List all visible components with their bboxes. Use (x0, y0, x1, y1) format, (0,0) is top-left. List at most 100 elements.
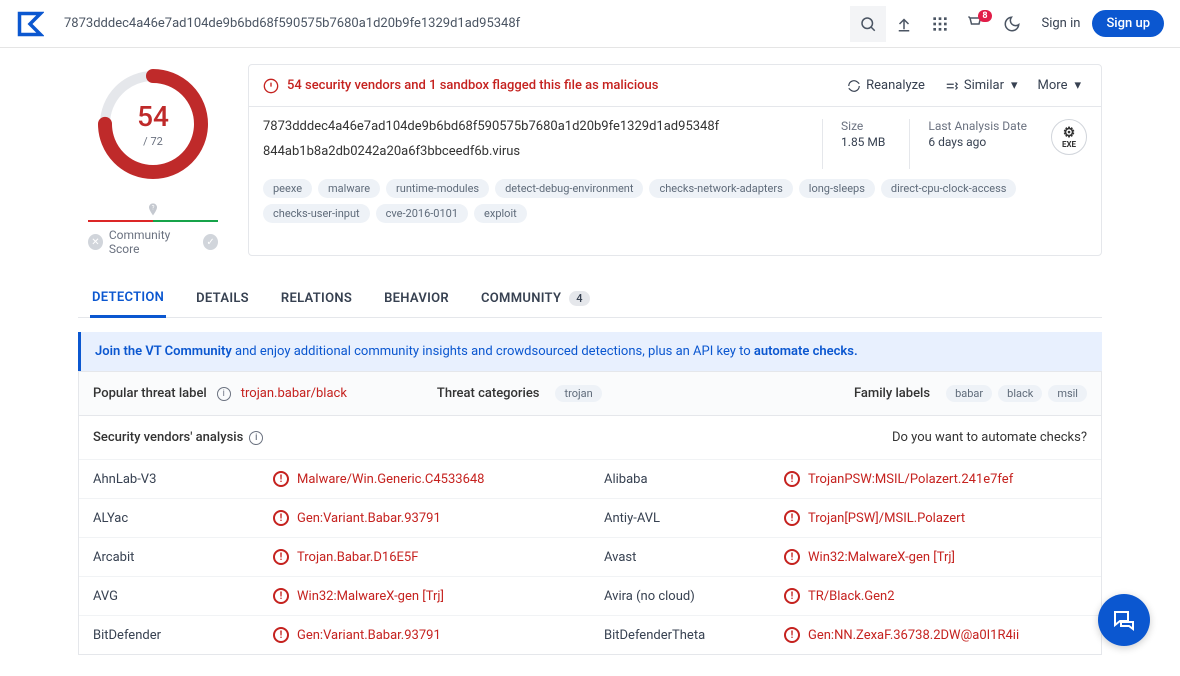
tag[interactable]: detect-debug-environment (495, 179, 643, 198)
score-detected: 54 (137, 100, 169, 133)
family-labels-label: Family labels (854, 386, 930, 401)
pill[interactable]: babar (946, 385, 992, 402)
detection-result: !TrojanPSW:MSIL/Polazert.241e7fef (784, 471, 1013, 487)
tag[interactable]: long-sleeps (799, 179, 875, 198)
filetype-badge: ⚙ EXE (1051, 119, 1087, 155)
malicious-icon: ! (784, 549, 800, 565)
vt-logo-icon[interactable] (16, 10, 44, 38)
date-value: 6 days ago (928, 135, 1027, 149)
tag[interactable]: checks-user-input (263, 204, 370, 223)
community-count: 4 (569, 291, 590, 306)
vendor-name: Antiy-AVL (604, 511, 784, 526)
vendor-name: BitDefenderTheta (604, 628, 784, 643)
analysis-title: Security vendors' analysis (93, 430, 243, 445)
detection-score-ring: 54 / 72 (93, 64, 213, 184)
tag[interactable]: runtime-modules (386, 179, 489, 198)
vendor-row: Antiy-AVL!Trojan[PSW]/MSIL.Polazert (590, 498, 1101, 537)
tag[interactable]: malware (318, 179, 380, 198)
pill[interactable]: black (998, 385, 1042, 402)
malicious-icon: ! (784, 471, 800, 487)
tab-relations[interactable]: RELATIONS (279, 280, 354, 317)
notification-badge: 8 (978, 10, 991, 22)
popular-threat-label: Popular threat label (93, 386, 207, 401)
more-button[interactable]: More▾ (1032, 75, 1087, 96)
community-banner[interactable]: Join the VT Community and enjoy addition… (78, 332, 1102, 371)
malicious-icon: ! (273, 471, 289, 487)
detection-result: !Malware/Win.Generic.C4533648 (273, 471, 485, 487)
vendor-row: BitDefender!Gen:Variant.Babar.93791 (79, 615, 590, 654)
x-chip-icon: ✕ (88, 234, 103, 250)
vendor-name: BitDefender (93, 628, 273, 643)
flag-text: 54 security vendors and 1 sandbox flagge… (287, 78, 833, 93)
community-score-label: Community Score (109, 228, 197, 256)
vendor-row: Avira (no cloud)!TR/Black.Gen2 (590, 576, 1101, 615)
popular-threat-value: trojan.babar/black (241, 386, 347, 401)
vendor-row: ALYac!Gen:Variant.Babar.93791 (79, 498, 590, 537)
tab-details[interactable]: DETAILS (194, 280, 251, 317)
vendor-row: AVG!Win32:MalwareX-gen [Trj] (79, 576, 590, 615)
vendor-name: AVG (93, 589, 273, 604)
file-hash: 7873dddec4a46e7ad104de9b6bd68f590575b768… (263, 119, 798, 134)
tag[interactable]: exploit (474, 204, 527, 223)
tab-behavior[interactable]: BEHAVIOR (382, 280, 451, 317)
notifications-icon[interactable]: 8 (958, 6, 994, 42)
date-label: Last Analysis Date (928, 119, 1027, 133)
detection-result: !Gen:NN.ZexaF.36738.2DW@a0I1R4ii (784, 627, 1019, 643)
vendor-name: Alibaba (604, 472, 784, 487)
signin-link[interactable]: Sign in (1030, 16, 1093, 31)
theme-toggle-icon[interactable] (994, 6, 1030, 42)
chat-fab[interactable] (1098, 594, 1150, 646)
malicious-icon: ! (273, 588, 289, 604)
detection-result: !TR/Black.Gen2 (784, 588, 895, 604)
tag[interactable]: checks-network-adapters (649, 179, 792, 198)
vendor-name: Avira (no cloud) (604, 589, 784, 604)
signup-button[interactable]: Sign up (1092, 10, 1164, 37)
vendor-name: AhnLab-V3 (93, 472, 273, 487)
vendor-name: ALYac (93, 511, 273, 526)
detection-result: !Trojan.Babar.D16E5F (273, 549, 418, 565)
detection-result: !Win32:MalwareX-gen [Trj] (784, 549, 955, 565)
size-label: Size (841, 119, 885, 133)
search-input[interactable] (64, 8, 850, 40)
vendor-row: BitDefenderTheta!Gen:NN.ZexaF.36738.2DW@… (590, 615, 1101, 654)
detection-result: !Trojan[PSW]/MSIL.Polazert (784, 510, 965, 526)
vendor-row: Arcabit!Trojan.Babar.D16E5F (79, 537, 590, 576)
file-name: 844ab1b8a2db0242a20a6f3bbceedf6b.virus (263, 144, 798, 159)
alert-icon (263, 78, 279, 94)
vendor-name: Avast (604, 550, 784, 565)
community-marker-icon: ? (145, 202, 161, 218)
apps-icon[interactable] (922, 6, 958, 42)
tag[interactable]: peexe (263, 179, 312, 198)
malicious-icon: ! (784, 627, 800, 643)
svg-text:?: ? (152, 204, 155, 211)
tab-community[interactable]: COMMUNITY 4 (479, 280, 592, 317)
malicious-icon: ! (273, 627, 289, 643)
pill[interactable]: trojan (555, 385, 601, 402)
vendor-row: Avast!Win32:MalwareX-gen [Trj] (590, 537, 1101, 576)
info-icon[interactable]: i (217, 387, 231, 401)
detection-result: !Gen:Variant.Babar.93791 (273, 627, 441, 643)
pill[interactable]: msil (1048, 385, 1087, 402)
upload-icon[interactable] (886, 6, 922, 42)
reanalyze-button[interactable]: Reanalyze (841, 75, 931, 96)
check-chip-icon: ✓ (203, 234, 218, 250)
search-button[interactable] (850, 6, 886, 42)
threat-categories-label: Threat categories (437, 386, 540, 401)
tag[interactable]: direct-cpu-clock-access (881, 179, 1017, 198)
size-value: 1.85 MB (841, 135, 885, 149)
automate-checks-link[interactable]: Do you want to automate checks? (892, 430, 1087, 445)
malicious-icon: ! (784, 510, 800, 526)
malicious-icon: ! (273, 510, 289, 526)
similar-button[interactable]: Similar▾ (939, 75, 1024, 96)
detection-result: !Gen:Variant.Babar.93791 (273, 510, 441, 526)
malicious-icon: ! (784, 588, 800, 604)
score-total: / 72 (143, 135, 163, 148)
vendor-name: Arcabit (93, 550, 273, 565)
info-icon[interactable]: i (249, 431, 263, 445)
detection-result: !Win32:MalwareX-gen [Trj] (273, 588, 444, 604)
malicious-icon: ! (273, 549, 289, 565)
vendor-row: Alibaba!TrojanPSW:MSIL/Polazert.241e7fef (590, 459, 1101, 498)
vendor-row: AhnLab-V3!Malware/Win.Generic.C4533648 (79, 459, 590, 498)
tag[interactable]: cve-2016-0101 (376, 204, 468, 223)
tab-detection[interactable]: DETECTION (90, 280, 166, 318)
